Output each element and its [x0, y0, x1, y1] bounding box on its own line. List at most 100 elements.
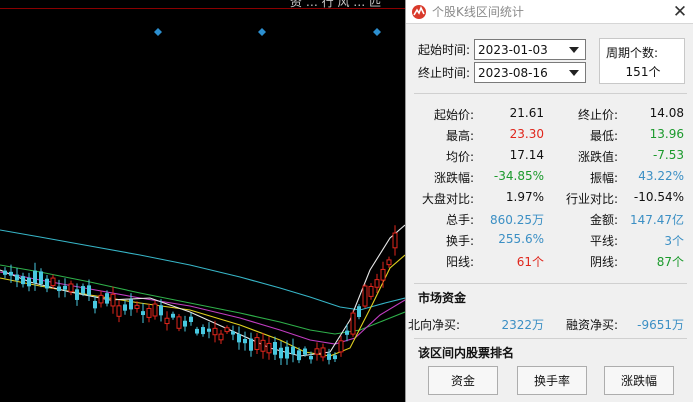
candle-body — [273, 341, 277, 355]
stat-value: 147.47亿 — [630, 213, 684, 227]
candle-body — [110, 293, 116, 307]
kline-chart[interactable]: 资 … 行 风 … 匹 — [0, 0, 405, 402]
candle-body — [380, 268, 386, 281]
candle-body — [303, 348, 307, 355]
stat-value: 3个 — [664, 234, 684, 248]
candle-body — [231, 331, 235, 335]
period-count-label: 周期个数: — [606, 46, 659, 60]
candle-body — [368, 285, 374, 297]
candle-body — [129, 299, 133, 310]
northbound-value: 2322万 — [501, 318, 544, 332]
candle-body — [189, 316, 193, 322]
candle-body — [333, 355, 337, 360]
stat-value: 43.22% — [638, 169, 684, 183]
candle-body — [291, 346, 295, 355]
stat-value: -10.54% — [633, 190, 684, 204]
end-date-picker[interactable]: 2023-08-16 — [474, 62, 587, 83]
candle-body — [33, 270, 37, 283]
candle-body — [309, 356, 313, 360]
candle-body — [320, 347, 326, 358]
candle-body — [45, 278, 49, 289]
stat-value: 1.97% — [505, 190, 544, 204]
candle-body — [345, 330, 349, 335]
candle-body — [39, 271, 43, 284]
candle-body — [3, 270, 7, 275]
margin-label: 融资净买: — [565, 318, 618, 332]
candle-body — [21, 276, 25, 285]
candle-body — [266, 342, 272, 354]
stat-value: 61个 — [516, 255, 544, 269]
change-rank-button[interactable]: 涨跌幅 — [604, 366, 674, 395]
stat-value: 13.96 — [649, 127, 684, 141]
period-count-box: 周期个数: 151个 — [599, 38, 685, 84]
candle-body — [93, 300, 97, 309]
candle-body — [362, 285, 368, 307]
candle-body — [201, 327, 205, 335]
stats-grid: 起始价: 21.61 终止价: 14.08 最高: 23.30 最低: 13.96 均价: 17.… — [406, 104, 693, 272]
stat-value: -34.85% — [493, 169, 544, 183]
candle-body — [243, 339, 247, 344]
turnover-rank-button[interactable]: 换手率 — [517, 366, 587, 395]
dialog-titlebar[interactable]: 个股K线区间统计 ✕ — [406, 0, 693, 24]
candle-body — [357, 306, 361, 318]
candle-body — [63, 285, 67, 290]
stat-value: 87个 — [656, 255, 684, 269]
end-time-label: 终止时间: — [418, 66, 471, 80]
candle-body — [207, 328, 211, 332]
start-date-row: 起始时间: 2023-01-03 — [418, 39, 587, 60]
divider — [414, 283, 687, 284]
candle-body — [183, 320, 187, 327]
chevron-down-icon[interactable] — [569, 70, 580, 76]
stat-value: 17.14 — [509, 148, 544, 162]
kline-chart-canvas — [0, 28, 405, 365]
candle-body — [224, 327, 230, 333]
stats-row: 起始价: 21.61 终止价: 14.08 — [406, 104, 693, 125]
candle-body — [27, 277, 31, 287]
candle-body — [327, 353, 331, 360]
start-date-value: 2023-01-03 — [478, 42, 548, 57]
candle-body — [15, 274, 19, 281]
candle-body — [237, 333, 241, 343]
candle-body — [87, 285, 91, 296]
candle-body — [152, 303, 158, 317]
chevron-down-icon[interactable] — [569, 47, 580, 53]
stat-label: 平线: — [589, 234, 618, 248]
candle-body — [218, 333, 224, 341]
start-date-picker[interactable]: 2023-01-03 — [474, 39, 587, 60]
stats-row: 最高: 23.30 最低: 13.96 — [406, 125, 693, 146]
divider — [414, 338, 687, 339]
candle-body — [134, 304, 140, 309]
end-date-value: 2023-08-16 — [478, 65, 548, 80]
stat-label: 终止价: — [577, 108, 618, 122]
candle-body — [50, 277, 56, 287]
candle-body — [279, 347, 283, 359]
candle-body — [123, 304, 127, 311]
candle-body — [9, 271, 13, 276]
candle-body — [159, 305, 163, 316]
candle-body — [260, 339, 266, 352]
stats-row: 总手: 860.25万 金额: 147.47亿 — [406, 209, 693, 230]
candle-body — [81, 286, 85, 294]
stat-value: 23.30 — [509, 127, 544, 141]
stat-value: 255.6% — [498, 232, 544, 246]
candle-body — [176, 316, 182, 329]
stock-chart-logo-icon — [412, 4, 426, 19]
divider — [414, 93, 687, 94]
candle-body — [249, 338, 253, 351]
stat-value: 860.25万 — [490, 213, 544, 227]
candle-body — [374, 279, 380, 288]
candle-body — [254, 337, 260, 350]
dialog-title: 个股K线区间统计 — [432, 5, 524, 19]
stat-value: 14.08 — [649, 106, 684, 120]
ma-line-green — [0, 264, 405, 335]
candle-body — [297, 350, 301, 361]
candle-body — [116, 305, 122, 317]
candle-body — [338, 340, 344, 353]
close-button[interactable]: ✕ — [667, 0, 693, 24]
funds-rank-button[interactable]: 资金 — [428, 366, 498, 395]
candle-body — [164, 317, 170, 325]
margin-value: -9651万 — [637, 318, 684, 332]
candle-body — [98, 294, 104, 304]
close-icon: ✕ — [672, 1, 688, 22]
northbound-label: 北向净买: — [407, 318, 460, 332]
